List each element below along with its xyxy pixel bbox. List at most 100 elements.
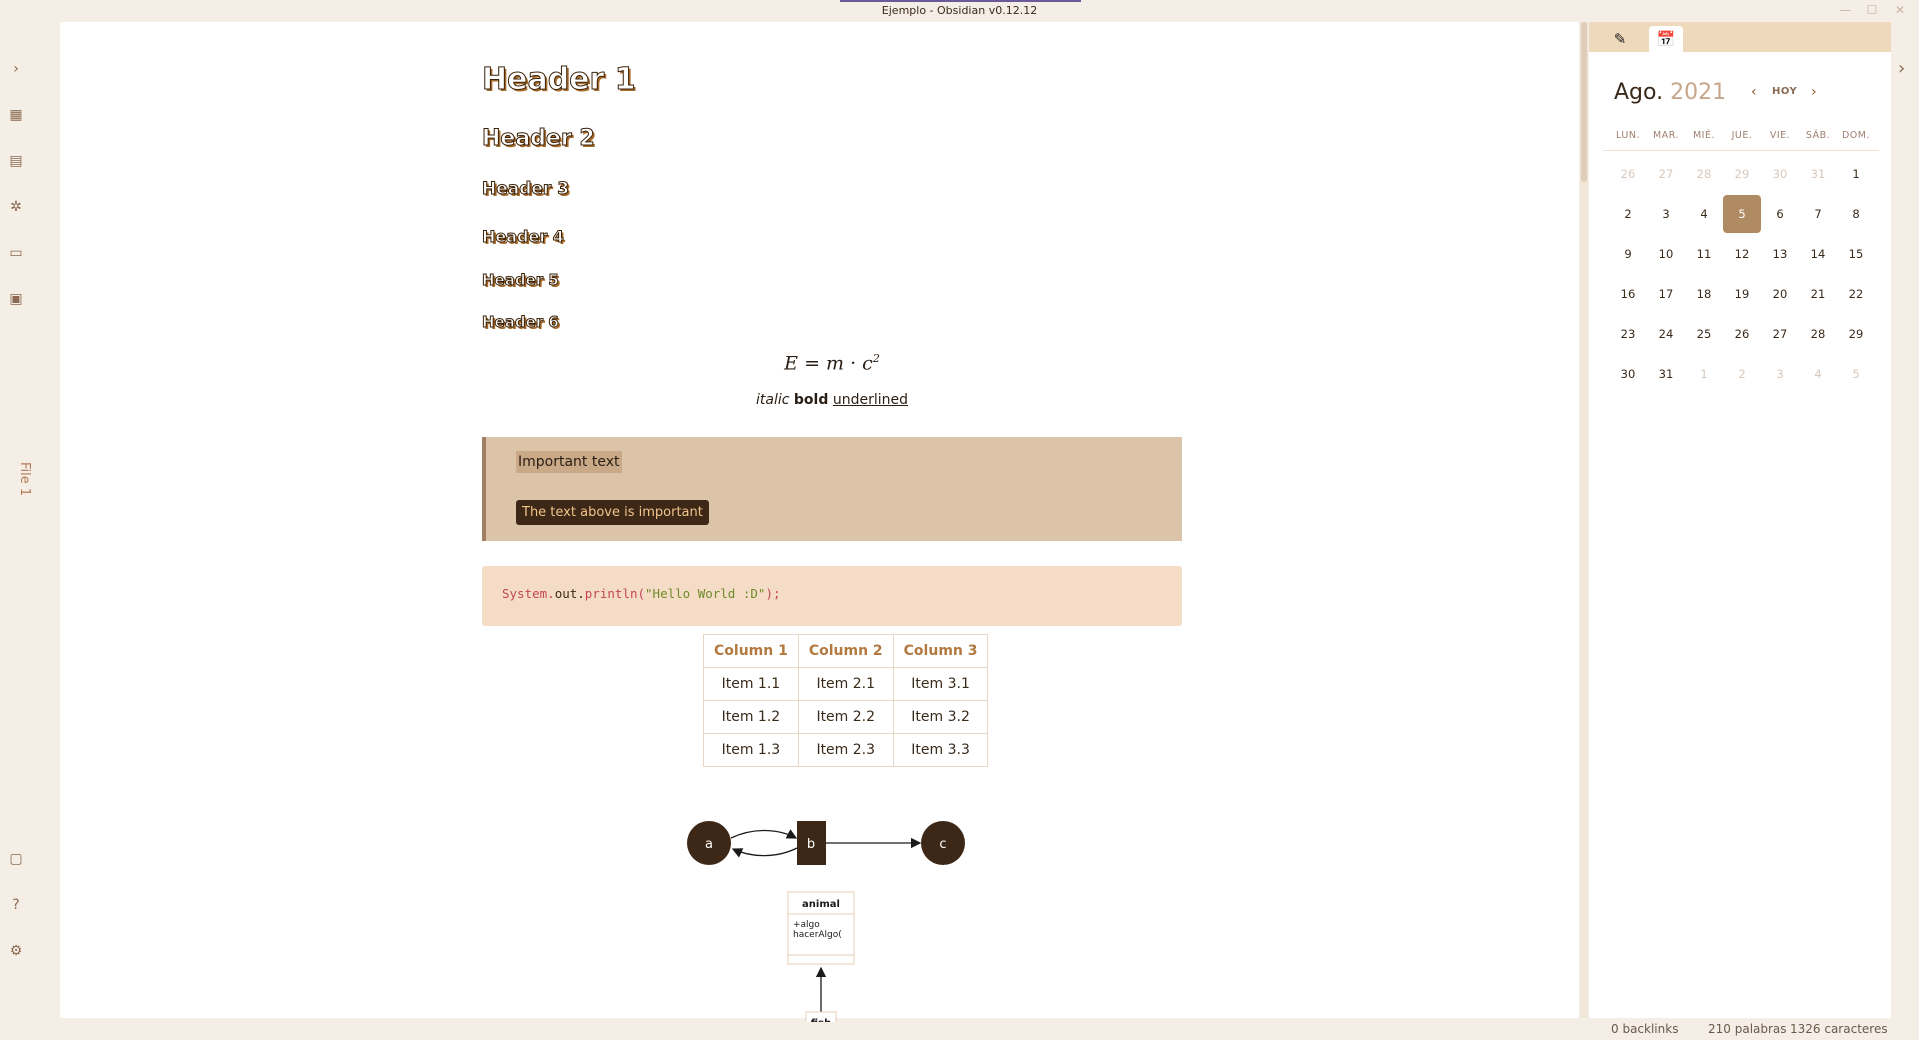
table-row: Item 1.1 Item 2.1 Item 3.1 <box>703 667 989 701</box>
formatting-line: italic bold underlined <box>482 392 1182 408</box>
header-6: Header 6 <box>482 313 560 332</box>
table-cell: Item 1.2 <box>703 700 799 734</box>
word-count: 210 palabras <box>1708 1022 1787 1036</box>
calendar-day[interactable]: 5 <box>1723 195 1761 233</box>
calendar-day[interactable]: 2 <box>1723 355 1761 393</box>
weekday-label: MAR. <box>1653 130 1679 141</box>
prev-month-icon[interactable]: ‹ <box>1751 84 1757 100</box>
calendar-day[interactable]: 29 <box>1723 155 1761 193</box>
calendar-day[interactable]: 1 <box>1685 355 1723 393</box>
table-header: Column 2 <box>797 634 894 668</box>
calendar-day[interactable]: 28 <box>1685 155 1723 193</box>
calendar-day[interactable]: 29 <box>1837 315 1875 353</box>
calendar-day[interactable]: 12 <box>1723 235 1761 273</box>
calendar-day[interactable]: 15 <box>1837 235 1875 273</box>
calendar-day[interactable]: 6 <box>1761 195 1799 233</box>
calendar-day[interactable]: 7 <box>1799 195 1837 233</box>
callout-block: Important text The text above is importa… <box>482 437 1182 541</box>
calendar-day[interactable]: 11 <box>1685 235 1723 273</box>
calendar-day[interactable]: 23 <box>1609 315 1647 353</box>
today-button[interactable]: HOY <box>1772 86 1797 97</box>
uml-member: +algo <box>793 920 820 930</box>
calendar-day[interactable]: 27 <box>1761 315 1799 353</box>
document-icon[interactable]: ▤ <box>7 152 25 170</box>
calendar-day[interactable]: 2 <box>1609 195 1647 233</box>
calendar-day[interactable]: 8 <box>1837 195 1875 233</box>
plugins-icon[interactable]: ▣ <box>7 290 25 308</box>
calendar-day[interactable]: 3 <box>1761 355 1799 393</box>
calendar-day[interactable]: 27 <box>1647 155 1685 193</box>
maximize-button[interactable]: ☐ <box>1865 3 1879 17</box>
left-ribbon: › ▦ ▤ ✲ ▭ ▣ ▢ ? ⚙ <box>0 22 60 1040</box>
char-count: 1326 caracteres <box>1790 1022 1888 1036</box>
cards-icon[interactable]: ▭ <box>7 244 25 262</box>
underlined-text: underlined <box>832 392 908 408</box>
calendar-day[interactable]: 24 <box>1647 315 1685 353</box>
code-token-class: System. <box>502 586 555 601</box>
calendar-day[interactable]: 4 <box>1685 195 1723 233</box>
calendar-day[interactable]: 14 <box>1799 235 1837 273</box>
close-button[interactable]: ✕ <box>1893 3 1907 17</box>
weekday-label: VIE. <box>1769 130 1791 141</box>
calendar-divider <box>1603 150 1879 151</box>
calendar-icon[interactable]: 📅 <box>1649 26 1683 52</box>
callout-body: The text above is important <box>516 500 709 525</box>
callout-title: Important text <box>516 451 622 473</box>
uml-child-name: fish <box>811 1018 831 1022</box>
calendar-day[interactable]: 17 <box>1647 275 1685 313</box>
calendar-day[interactable]: 1 <box>1837 155 1875 193</box>
calendar-day[interactable]: 3 <box>1647 195 1685 233</box>
calendar-day[interactable]: 30 <box>1609 355 1647 393</box>
calendar-day[interactable]: 26 <box>1609 155 1647 193</box>
calendar-day[interactable]: 31 <box>1799 155 1837 193</box>
calendar-day[interactable]: 28 <box>1799 315 1837 353</box>
calendar-day[interactable]: 31 <box>1647 355 1685 393</box>
calendar-month: Ago. <box>1614 80 1664 105</box>
settings-icon[interactable]: ⚙ <box>7 942 25 960</box>
next-month-icon[interactable]: › <box>1811 84 1817 100</box>
calendar-day[interactable]: 20 <box>1761 275 1799 313</box>
calendar-day[interactable]: 4 <box>1799 355 1837 393</box>
code-token-method: println( <box>584 586 646 601</box>
backlinks-count[interactable]: 0 backlinks <box>1611 1022 1678 1036</box>
vault-icon[interactable]: ▢ <box>7 850 25 868</box>
calendar-day[interactable]: 26 <box>1723 315 1761 353</box>
calendar-day[interactable]: 25 <box>1685 315 1723 353</box>
editor-scrollbar[interactable] <box>1580 22 1588 1018</box>
code-block: System.out.println("Hello World :D"); <box>482 566 1182 626</box>
graph-icon[interactable]: ✲ <box>7 198 25 216</box>
weekday-label: JUE. <box>1731 130 1753 141</box>
calendar-day[interactable]: 9 <box>1609 235 1647 273</box>
table-cell: Item 2.1 <box>797 667 894 701</box>
math-formula: E = m · c <box>784 352 873 375</box>
minimize-button[interactable]: — <box>1838 3 1852 17</box>
table-row: Item 1.3 Item 2.3 Item 3.3 <box>703 733 989 767</box>
calendar-day[interactable]: 30 <box>1761 155 1799 193</box>
calendar-day[interactable]: 13 <box>1761 235 1799 273</box>
file-tab-label[interactable]: File 1 <box>17 462 32 496</box>
help-icon[interactable]: ? <box>7 896 25 914</box>
pen-icon[interactable]: ✎ <box>1603 26 1637 52</box>
table-cell: Item 3.3 <box>892 733 989 767</box>
table-header-row: Column 1 Column 2 Column 3 <box>703 634 989 668</box>
flow-edge <box>731 847 798 858</box>
calendar-day[interactable]: 10 <box>1647 235 1685 273</box>
calendar-day[interactable]: 5 <box>1837 355 1875 393</box>
table-header: Column 1 <box>703 634 799 668</box>
chevron-right-icon[interactable]: › <box>7 60 25 78</box>
scrollbar-thumb[interactable] <box>1581 22 1587 182</box>
calendar-day[interactable]: 22 <box>1837 275 1875 313</box>
calendar-day[interactable]: 16 <box>1609 275 1647 313</box>
right-collapse-icon[interactable]: › <box>1898 58 1905 79</box>
header-4: Header 4 <box>482 227 565 247</box>
code-token-field: out. <box>554 586 585 601</box>
calendar-day[interactable]: 19 <box>1723 275 1761 313</box>
calendar-title: Ago. 2021 <box>1614 80 1726 105</box>
math-exponent: 2 <box>872 352 880 365</box>
calendar-day[interactable]: 21 <box>1799 275 1837 313</box>
code-token-string: "Hello World :D" <box>645 586 766 601</box>
mermaid-diagrams: a b c animal +algo hacerAlgo( fish <box>687 821 965 1022</box>
uml-member: hacerAlgo( <box>793 930 842 940</box>
calendar-day[interactable]: 18 <box>1685 275 1723 313</box>
table-icon[interactable]: ▦ <box>7 106 25 124</box>
